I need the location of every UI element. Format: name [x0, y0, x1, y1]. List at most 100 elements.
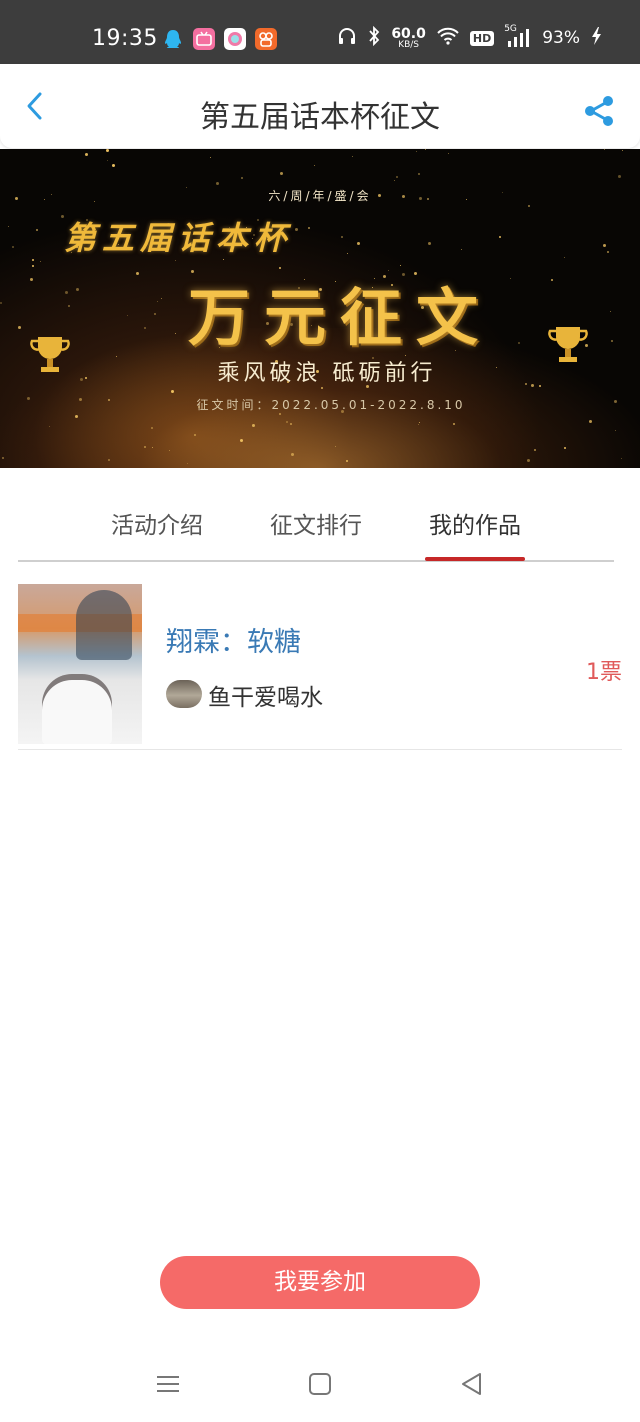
circle-app-icon — [224, 28, 246, 50]
status-time: 19:35 — [92, 26, 158, 51]
share-button[interactable] — [582, 94, 616, 128]
sparkle — [589, 420, 592, 423]
sparkle — [252, 424, 255, 427]
work-cover-image — [18, 584, 142, 744]
app-header: 第五届话本杯征文 — [0, 64, 640, 148]
tab-ranking[interactable]: 征文排行 — [251, 506, 381, 540]
hd-badge: HD — [469, 30, 495, 46]
sparkle — [223, 259, 224, 260]
sparkle — [564, 257, 565, 258]
active-tab-indicator — [425, 557, 525, 561]
nav-home-button[interactable] — [306, 1370, 334, 1398]
sparkle — [187, 463, 188, 464]
sparkle — [152, 447, 153, 448]
sparkle — [419, 422, 420, 423]
sparkle — [314, 165, 315, 166]
battery-level: 93% — [542, 28, 580, 48]
sparkle — [564, 447, 566, 449]
banner-main-title: 万元征文 — [187, 281, 492, 354]
sparkle — [448, 153, 449, 154]
sparkle — [341, 236, 343, 238]
net-speed: 60.0 KB/S — [391, 27, 426, 50]
tab-my-works[interactable]: 我的作品 — [410, 506, 540, 540]
sparkle — [621, 458, 622, 459]
sparkle — [107, 160, 108, 161]
sparkle — [210, 157, 211, 158]
status-bar: 19:35 60.0 KB/S HD 5G 93% — [0, 0, 640, 64]
sparkle — [144, 446, 146, 448]
system-nav-bar — [0, 1352, 640, 1422]
sparkle — [32, 259, 34, 261]
sparkle — [216, 182, 219, 185]
sparkle — [622, 150, 623, 151]
page-title: 第五届话本杯征文 — [200, 100, 440, 135]
back-triangle-icon — [462, 1373, 481, 1395]
sparkle — [240, 439, 243, 442]
bilibili-icon — [193, 28, 215, 50]
trophy-icon — [30, 337, 70, 372]
sparkle — [286, 421, 288, 423]
event-banner: 六/周/年/盛/会 第五届话本杯 万元征文 乘风破浪 砥砺前行 征文时间：202… — [0, 149, 640, 468]
author-name: 鱼干爱喝水 — [208, 685, 323, 711]
sparkle — [108, 459, 110, 461]
sparkle — [357, 242, 360, 245]
sparkle — [308, 227, 310, 229]
sparkle — [453, 423, 455, 425]
sparkle — [295, 228, 298, 231]
home-square-icon — [309, 1373, 331, 1395]
nav-back-button[interactable] — [458, 1370, 486, 1398]
sparkle — [346, 460, 348, 462]
work-list-item[interactable]: 翔霖：软糖 鱼干爱喝水 1票 — [18, 584, 622, 750]
sparkle — [194, 434, 196, 436]
nav-menu-button[interactable] — [154, 1370, 182, 1398]
sparkle — [8, 226, 9, 227]
sparkle — [352, 156, 353, 157]
sparkle — [85, 153, 88, 156]
sparkle — [396, 176, 398, 178]
work-title[interactable]: 翔霖：软糖 — [166, 620, 301, 659]
sparkle — [604, 149, 605, 150]
status-indicators: 60.0 KB/S HD 5G 93% — [337, 24, 602, 50]
bluetooth-icon — [367, 25, 381, 50]
sparkle — [175, 260, 176, 261]
sparkle — [394, 180, 395, 181]
sparkle — [279, 413, 281, 415]
sparkle — [527, 459, 530, 462]
sparkle — [416, 151, 417, 152]
sparkle — [49, 426, 50, 427]
sparkle — [607, 251, 609, 253]
author-avatar — [166, 680, 202, 708]
sparkle — [241, 177, 243, 179]
sparkle — [534, 449, 536, 451]
sparkle — [425, 149, 426, 150]
headphones-icon — [337, 26, 357, 50]
sparkle — [169, 450, 170, 451]
sparkle — [461, 249, 462, 250]
tab-activity-intro[interactable]: 活动介绍 — [92, 506, 222, 540]
join-button[interactable]: 我要参加 — [160, 1256, 480, 1309]
wifi-icon — [436, 26, 460, 50]
sparkle — [75, 415, 78, 418]
signal-icon: 5G — [504, 24, 532, 48]
sparkle — [418, 173, 420, 175]
menu-icon — [157, 1376, 179, 1392]
sparkle — [615, 430, 616, 431]
net-speed-value: 60.0 — [391, 25, 426, 42]
charging-icon — [590, 26, 602, 50]
banner-slogan: 乘风破浪 砥砺前行 — [217, 361, 437, 386]
qq-icon — [162, 28, 184, 50]
sparkle — [428, 242, 431, 245]
share-icon — [585, 96, 613, 126]
sparkle — [347, 253, 348, 254]
sparkle — [400, 265, 401, 266]
sparkle — [291, 453, 294, 456]
sparkle — [280, 172, 283, 175]
banner-date: 征文时间：2022.05.01-2022.8.10 — [196, 398, 466, 412]
orange-app-icon — [255, 28, 277, 50]
banner-anniversary: 六/周/年/盛/会 — [268, 189, 372, 203]
sparkle — [418, 424, 419, 425]
sparkle — [12, 246, 14, 248]
banner-edition: 第五届话本杯 — [64, 219, 293, 257]
sparkle — [603, 244, 606, 247]
sparkle — [499, 236, 501, 238]
